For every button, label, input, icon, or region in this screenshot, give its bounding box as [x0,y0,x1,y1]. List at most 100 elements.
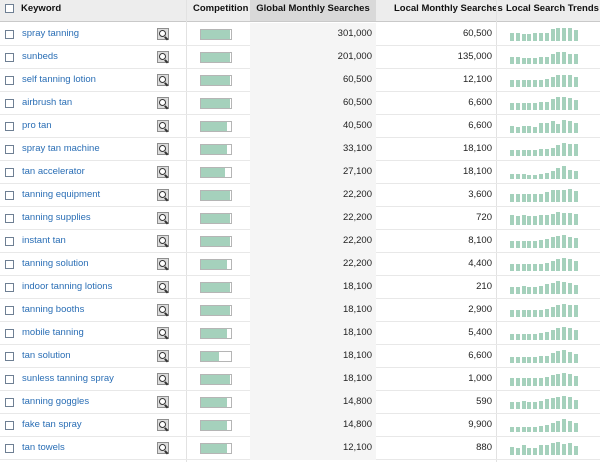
trend-bar [533,103,538,110]
magnifier-icon[interactable] [157,304,169,317]
trend-bar [562,235,567,248]
trend-bar [544,57,549,64]
trend-bar [539,333,543,340]
keyword-link[interactable]: tanning equipment [22,184,100,206]
row-checkbox[interactable] [5,145,14,154]
trend-bar [556,374,561,386]
trend-bar [562,190,567,202]
keyword-link[interactable]: tan towels [22,437,65,459]
trend-bar [521,286,526,294]
local-search-trend-chart [510,327,580,340]
magnifier-icon[interactable] [157,120,169,133]
row-checkbox[interactable] [5,421,14,430]
trend-bar [556,28,561,41]
magnifier-icon[interactable] [157,166,169,179]
magnifier-icon[interactable] [157,442,169,455]
row-checkbox[interactable] [5,76,14,85]
row-checkbox[interactable] [5,53,14,62]
magnifier-icon[interactable] [157,419,169,432]
local-monthly-searches-value: 5,400 [468,327,492,338]
trend-bar [521,194,526,202]
keyword-link[interactable]: indoor tanning lotions [22,276,112,298]
row-checkbox[interactable] [5,168,14,177]
row-checkbox[interactable] [5,191,14,200]
trend-bar [539,426,543,432]
keyword-link[interactable]: instant tan [22,230,66,252]
keyword-link[interactable]: tanning supplies [22,207,91,229]
magnifier-icon[interactable] [157,396,169,409]
trend-bar [568,352,572,363]
trend-bar [556,75,561,87]
select-all-checkbox[interactable] [5,4,14,13]
row-checkbox[interactable] [5,260,14,269]
local-monthly-searches-value: 135,000 [457,51,492,62]
trend-bar [533,287,538,294]
header-keyword[interactable]: Keyword [21,0,61,21]
keyword-link[interactable]: spray tan machine [22,138,100,160]
row-checkbox[interactable] [5,99,14,108]
trend-bar [556,328,561,340]
header-local-search-trends[interactable]: Local Search Trends [506,0,599,21]
magnifier-icon[interactable] [157,350,169,363]
keyword-link[interactable]: pro tan [22,115,52,137]
keyword-link[interactable]: tanning goggles [22,391,89,413]
trend-bar [544,399,549,409]
row-checkbox[interactable] [5,122,14,131]
magnifier-icon[interactable] [157,373,169,386]
keyword-link[interactable]: mobile tanning [22,322,84,344]
magnifier-icon[interactable] [157,74,169,87]
row-checkbox[interactable] [5,214,14,223]
trend-bar [556,168,561,179]
header-global-monthly-searches[interactable]: Global Monthly Searches [250,0,376,21]
global-monthly-searches-value: 14,800 [342,419,372,430]
keyword-link[interactable]: self tanning lotion [22,69,96,91]
trend-bar [556,52,561,64]
trend-bar [562,282,567,294]
magnifier-icon[interactable] [157,235,169,248]
keyword-link[interactable]: sunbeds [22,46,58,68]
magnifier-icon[interactable] [157,258,169,271]
magnifier-icon[interactable] [157,281,169,294]
keyword-link[interactable]: spray tanning [22,23,79,45]
magnifier-icon[interactable] [157,51,169,64]
magnifier-icon[interactable] [157,212,169,225]
keyword-link[interactable]: tan accelerator [22,161,85,183]
table-row: spray tan machine 33,100 18,100 [0,138,600,161]
row-checkbox[interactable] [5,398,14,407]
keyword-link[interactable]: tan solution [22,345,71,367]
keyword-link[interactable]: tanning booths [22,299,84,321]
competition-bar [200,52,232,63]
magnifier-icon[interactable] [157,327,169,340]
keyword-link[interactable]: fake tan spray [22,414,82,436]
local-monthly-searches-value: 590 [476,396,492,407]
competition-bar [200,29,232,40]
local-search-trend-chart [510,51,580,64]
trend-bar [515,57,520,64]
row-checkbox[interactable] [5,30,14,39]
trend-bar [521,103,526,110]
keyword-link[interactable]: tanning solution [22,253,89,275]
keyword-link[interactable]: airbrush tan [22,92,72,114]
trend-bar [556,281,561,294]
trend-bar [544,445,549,455]
magnifier-icon[interactable] [157,143,169,156]
magnifier-icon[interactable] [157,28,169,41]
header-competition[interactable]: Competition [193,0,248,21]
keyword-link[interactable]: sunless tanning spray [22,368,114,390]
row-checkbox[interactable] [5,329,14,338]
magnifier-icon[interactable] [157,189,169,202]
row-checkbox[interactable] [5,306,14,315]
trend-bar [573,330,578,340]
trend-bar [539,123,543,133]
row-checkbox[interactable] [5,352,14,361]
header-local-monthly-searches[interactable]: Local Monthly Searches [394,0,503,21]
trend-bar [550,443,555,455]
trend-bar [527,241,532,248]
row-checkbox[interactable] [5,283,14,292]
magnifier-icon[interactable] [157,97,169,110]
row-checkbox[interactable] [5,444,14,453]
row-checkbox[interactable] [5,237,14,246]
row-checkbox[interactable] [5,375,14,384]
trend-bar [521,445,526,455]
trend-bar [562,444,567,455]
